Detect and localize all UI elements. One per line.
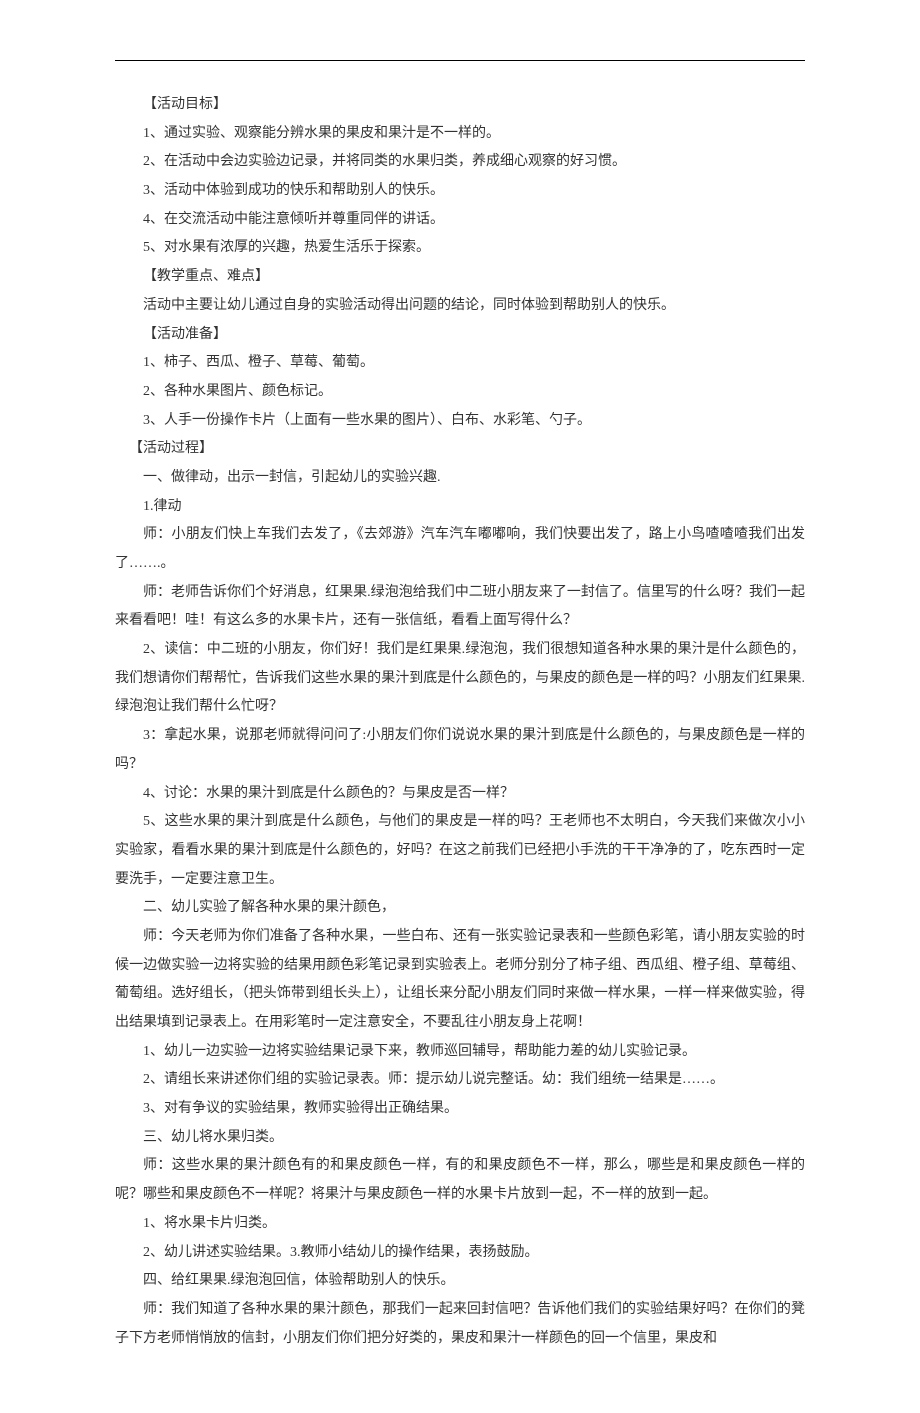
document-page: 【活动目标】1、通过实验、观察能分辨水果的果皮和果汁是不一样的。2、在活动中会边…: [0, 0, 920, 1413]
paragraph: 1.律动: [115, 493, 805, 522]
paragraph: 二、幼儿实验了解各种水果的果汁颜色，: [115, 894, 805, 923]
paragraph: 2、读信：中二班的小朋友，你们好！我们是红果果.绿泡泡，我们很想知道各种水果的果…: [115, 636, 805, 722]
paragraph: 三、幼儿将水果归类。: [115, 1124, 805, 1153]
paragraph: 4、在交流活动中能注意倾听并尊重同伴的讲话。: [115, 206, 805, 235]
paragraph: 3：拿起水果，说那老师就得问问了:小朋友们你们说说水果的果汁到底是什么颜色的，与…: [115, 722, 805, 779]
paragraph: 4、讨论：水果的果汁到底是什么颜色的？与果皮是否一样？: [115, 780, 805, 809]
paragraph: 2、幼儿讲述实验结果。3.教师小结幼儿的操作结果，表扬鼓励。: [115, 1239, 805, 1268]
paragraph: 师：这些水果的果汁颜色有的和果皮颜色一样，有的和果皮颜色不一样，那么，哪些是和果…: [115, 1152, 805, 1209]
horizontal-rule: [115, 60, 805, 61]
document-body: 【活动目标】1、通过实验、观察能分辨水果的果皮和果汁是不一样的。2、在活动中会边…: [115, 91, 805, 1353]
paragraph: 活动中主要让幼儿通过自身的实验活动得出问题的结论，同时体验到帮助别人的快乐。: [115, 292, 805, 321]
paragraph: 1、通过实验、观察能分辨水果的果皮和果汁是不一样的。: [115, 120, 805, 149]
paragraph: 3、人手一份操作卡片（上面有一些水果的图片）、白布、水彩笔、勺子。: [115, 407, 805, 436]
paragraph: 一、做律动，出示一封信，引起幼儿的实验兴趣.: [115, 464, 805, 493]
paragraph: 四、给红果果.绿泡泡回信，体验帮助别人的快乐。: [115, 1267, 805, 1296]
paragraph: 师：小朋友们快上车我们去发了，《去郊游》汽车汽车嘟嘟响，我们快要出发了，路上小鸟…: [115, 521, 805, 578]
paragraph: 【活动目标】: [115, 91, 805, 120]
paragraph: 师：老师告诉你们个好消息，红果果.绿泡泡给我们中二班小朋友来了一封信了。信里写的…: [115, 579, 805, 636]
paragraph: 1、柿子、西瓜、橙子、草莓、葡萄。: [115, 349, 805, 378]
paragraph: 【活动准备】: [115, 321, 805, 350]
paragraph: 【教学重点、难点】: [115, 263, 805, 292]
paragraph: 师：我们知道了各种水果的果汁颜色，那我们一起来回封信吧？告诉他们我们的实验结果好…: [115, 1296, 805, 1353]
paragraph: 3、活动中体验到成功的快乐和帮助别人的快乐。: [115, 177, 805, 206]
paragraph: 【活动过程】: [115, 435, 805, 464]
paragraph: 1、幼儿一边实验一边将实验结果记录下来，教师巡回辅导，帮助能力差的幼儿实验记录。: [115, 1038, 805, 1067]
paragraph: 5、这些水果的果汁到底是什么颜色，与他们的果皮是一样的吗？王老师也不太明白，今天…: [115, 808, 805, 894]
paragraph: 2、在活动中会边实验边记录，并将同类的水果归类，养成细心观察的好习惯。: [115, 148, 805, 177]
paragraph: 5、对水果有浓厚的兴趣，热爱生活乐于探索。: [115, 234, 805, 263]
paragraph: 1、将水果卡片归类。: [115, 1210, 805, 1239]
paragraph: 2、请组长来讲述你们组的实验记录表。师：提示幼儿说完整话。幼：我们组统一结果是……: [115, 1066, 805, 1095]
paragraph: 2、各种水果图片、颜色标记。: [115, 378, 805, 407]
paragraph: 3、对有争议的实验结果，教师实验得出正确结果。: [115, 1095, 805, 1124]
paragraph: 师：今天老师为你们准备了各种水果，一些白布、还有一张实验记录表和一些颜色彩笔，请…: [115, 923, 805, 1038]
